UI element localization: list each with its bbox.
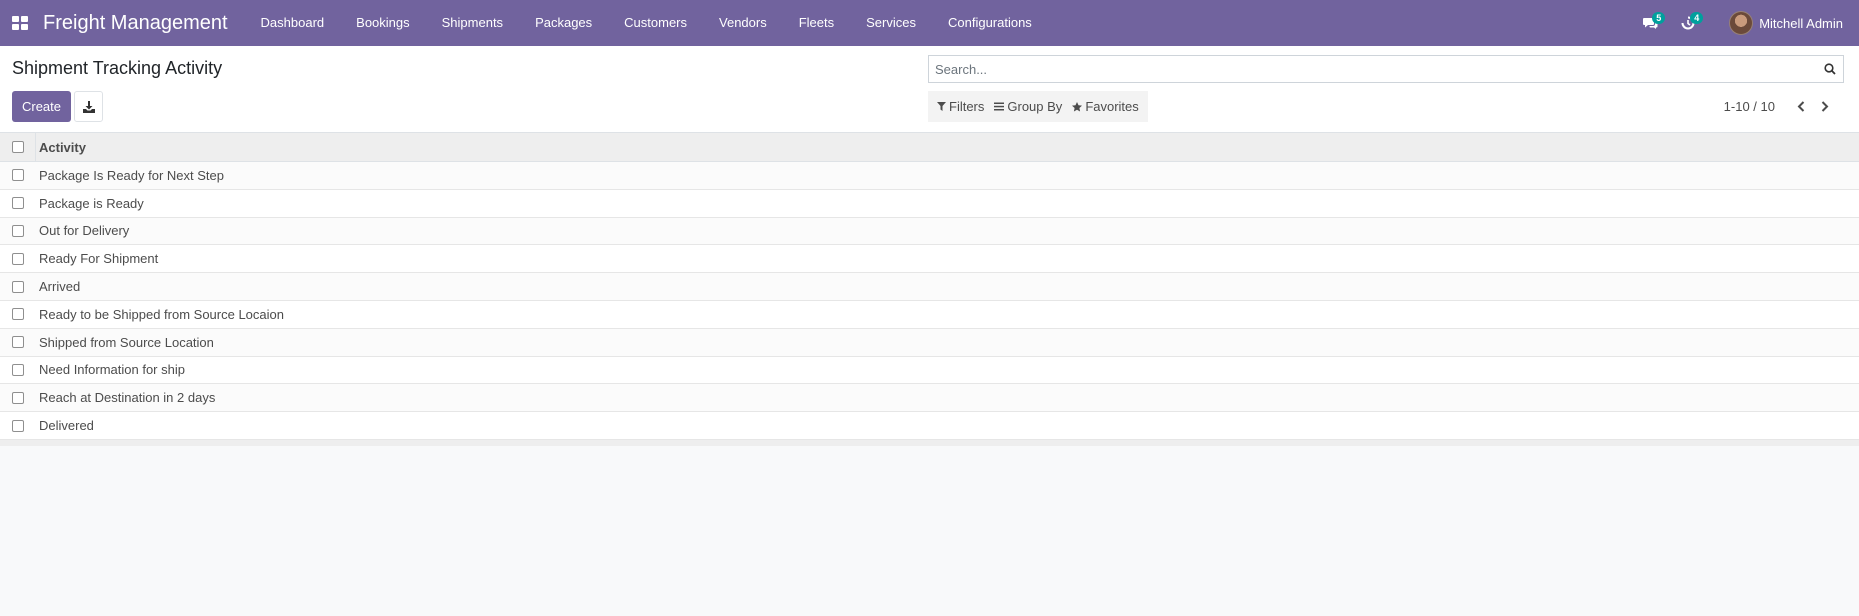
menu-item-customers[interactable]: Customers (608, 0, 703, 46)
activity-cell[interactable]: Shipped from Source Location (36, 335, 214, 350)
favorites-label: Favorites (1085, 99, 1139, 114)
activity-cell[interactable]: Ready to be Shipped from Source Locaion (36, 307, 284, 322)
row-checkbox-cell (0, 273, 36, 300)
create-button[interactable]: Create (12, 91, 71, 122)
group-by-toggle[interactable]: Group By (989, 99, 1067, 114)
main-menu: Dashboard Bookings Shipments Packages Cu… (245, 0, 1048, 46)
star-icon (1072, 101, 1083, 111)
row-checkbox[interactable] (12, 169, 24, 182)
download-icon (82, 100, 95, 113)
row-checkbox-cell (0, 218, 36, 245)
table-row[interactable]: Shipped from Source Location (0, 328, 1859, 357)
row-checkbox[interactable] (12, 252, 24, 265)
pager: 1-10 / 10 (1724, 96, 1837, 116)
table-footer (0, 439, 1859, 446)
table-row[interactable]: Package is Ready (0, 189, 1859, 218)
favorites-toggle[interactable]: Favorites (1067, 99, 1143, 114)
activity-cell[interactable]: Ready For Shipment (36, 251, 158, 266)
search-options: Filters Group By Favorites (928, 91, 1148, 122)
filter-icon (937, 102, 946, 111)
activity-cell[interactable]: Package Is Ready for Next Step (36, 168, 224, 183)
control-panel: Shipment Tracking Activity Create Filter… (0, 46, 1859, 133)
app-brand[interactable]: Freight Management (43, 12, 228, 35)
menu-item-packages[interactable]: Packages (519, 0, 608, 46)
row-checkbox-cell (0, 245, 36, 272)
search-icon[interactable] (1817, 63, 1843, 75)
user-menu[interactable]: Mitchell Admin (1729, 11, 1843, 35)
pager-next-button[interactable] (1813, 96, 1837, 116)
column-header-activity[interactable]: Activity (36, 140, 86, 155)
menu-item-services[interactable]: Services (850, 0, 932, 46)
row-checkbox-cell (0, 329, 36, 356)
chevron-right-icon (1821, 100, 1829, 112)
menu-item-dashboard[interactable]: Dashboard (245, 0, 341, 46)
systray: 5 4 Mitchell Admin (1631, 0, 1859, 46)
activity-cell[interactable]: Delivered (36, 418, 94, 433)
page-title: Shipment Tracking Activity (12, 58, 223, 78)
menu-item-configurations[interactable]: Configurations (932, 0, 1048, 46)
activity-cell[interactable]: Reach at Destination in 2 days (36, 390, 215, 405)
table-row[interactable]: Ready For Shipment (0, 245, 1859, 274)
table-body: Package Is Ready for Next Step Package i… (0, 162, 1859, 440)
row-checkbox[interactable] (12, 197, 24, 210)
table-row[interactable]: Arrived (0, 273, 1859, 301)
row-checkbox[interactable] (12, 308, 24, 321)
chevron-left-icon (1797, 100, 1805, 112)
select-all-cell (0, 133, 36, 161)
table-row[interactable]: Need Information for ship (0, 356, 1859, 385)
activities-badge: 4 (1690, 12, 1704, 24)
messages-systray[interactable]: 5 (1631, 0, 1669, 46)
row-checkbox-cell (0, 357, 36, 384)
pager-value[interactable]: 1-10 / 10 (1724, 99, 1775, 114)
table-row[interactable]: Package Is Ready for Next Step (0, 162, 1859, 190)
table-row[interactable]: Reach at Destination in 2 days (0, 384, 1859, 413)
avatar (1729, 11, 1754, 35)
search-input[interactable] (935, 61, 1817, 77)
group-by-label: Group By (1007, 99, 1063, 114)
filters-label: Filters (949, 99, 985, 114)
row-checkbox[interactable] (12, 336, 24, 349)
row-checkbox[interactable] (12, 419, 24, 432)
row-checkbox-cell (0, 301, 36, 328)
row-checkbox[interactable] (12, 224, 24, 237)
row-checkbox-cell (0, 412, 36, 439)
filters-toggle[interactable]: Filters (932, 99, 989, 114)
activity-cell[interactable]: Arrived (36, 279, 80, 294)
row-checkbox[interactable] (12, 280, 24, 293)
top-navbar: Freight Management Dashboard Bookings Sh… (0, 0, 1859, 46)
search-bar (928, 55, 1844, 83)
menu-item-vendors[interactable]: Vendors (703, 0, 783, 46)
messages-badge: 5 (1652, 12, 1666, 24)
list-view: Activity Package Is Ready for Next Step … (0, 133, 1859, 446)
menu-item-fleets[interactable]: Fleets (783, 0, 850, 46)
apps-menu-icon[interactable] (0, 0, 40, 46)
activity-cell[interactable]: Package is Ready (36, 196, 144, 211)
table-header: Activity (0, 133, 1859, 162)
row-checkbox-cell (0, 384, 36, 411)
user-name: Mitchell Admin (1759, 15, 1843, 31)
activities-systray[interactable]: 4 (1669, 0, 1707, 46)
row-checkbox[interactable] (12, 363, 24, 376)
bars-icon (994, 102, 1005, 111)
table-row[interactable]: Out for Delivery (0, 217, 1859, 246)
menu-item-shipments[interactable]: Shipments (426, 0, 519, 46)
select-all-checkbox[interactable] (11, 141, 24, 153)
activity-cell[interactable]: Need Information for ship (36, 362, 185, 377)
pager-previous-button[interactable] (1789, 96, 1813, 116)
table-row[interactable]: Ready to be Shipped from Source Locaion (0, 300, 1859, 329)
row-checkbox-cell (0, 162, 36, 189)
row-checkbox[interactable] (12, 391, 24, 404)
menu-item-bookings[interactable]: Bookings (340, 0, 425, 46)
row-checkbox-cell (0, 190, 36, 217)
export-button[interactable] (74, 91, 103, 122)
table-row[interactable]: Delivered (0, 412, 1859, 440)
activity-cell[interactable]: Out for Delivery (36, 223, 129, 238)
